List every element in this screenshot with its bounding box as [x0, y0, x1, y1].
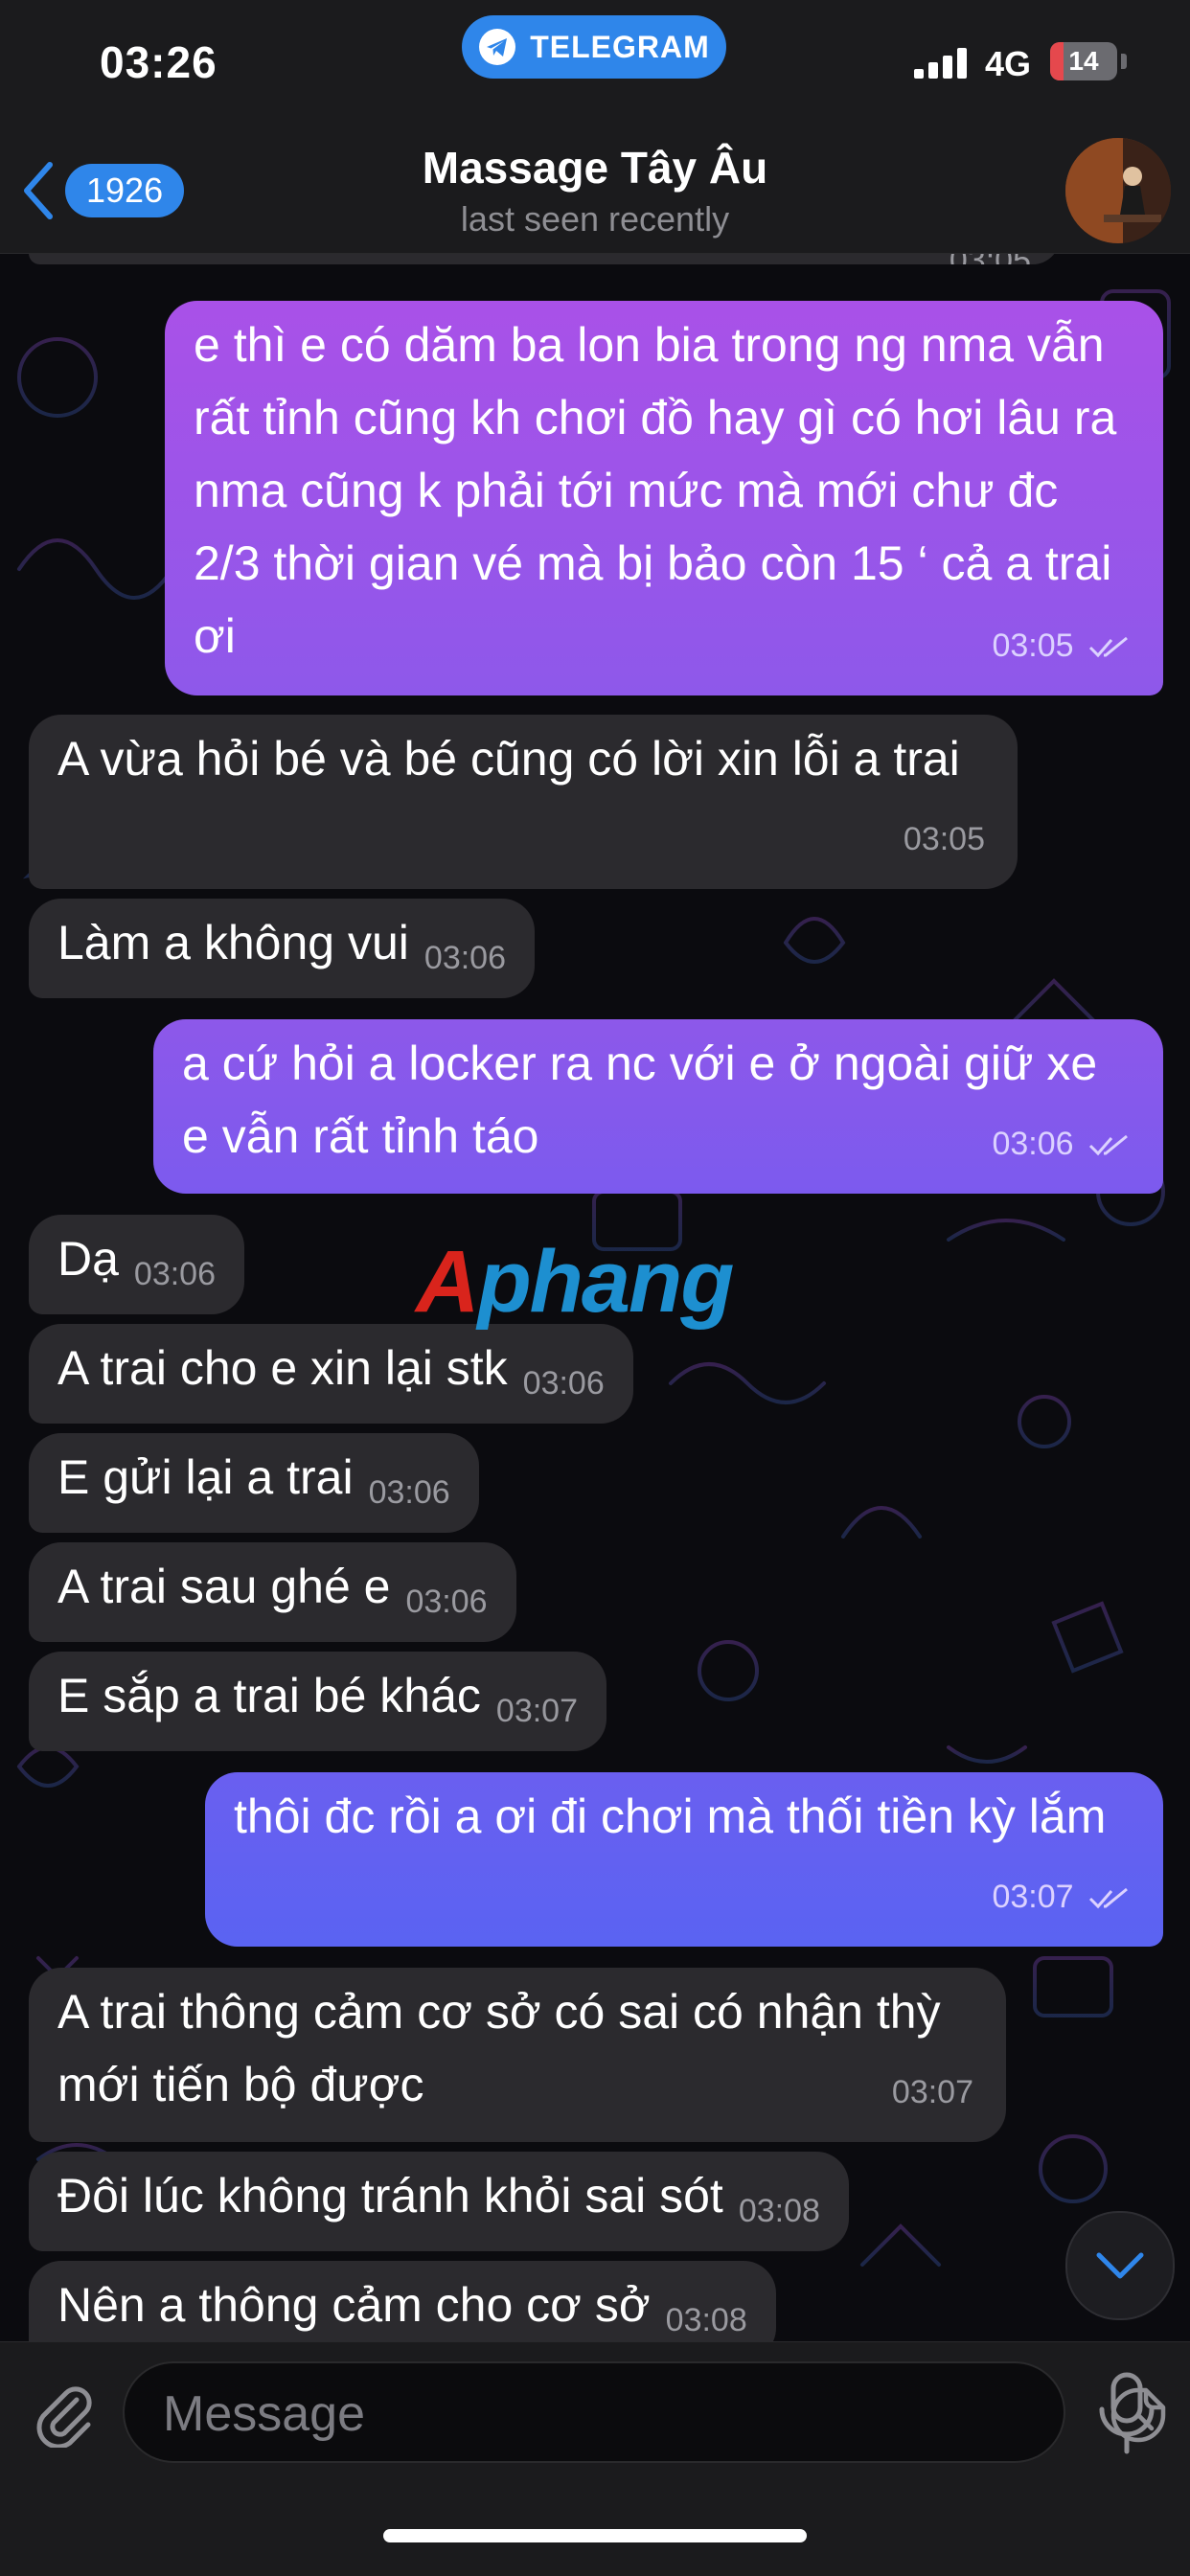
message-text: E gửi lại a trai	[57, 1450, 354, 1504]
message-time: 03:06	[405, 1584, 488, 1620]
message-text: thôi đc rồi a ơi đi chơi mà thối tiền kỳ…	[234, 1790, 1107, 1843]
message-bubble-outgoing[interactable]: a cứ hỏi a locker ra nc với e ở ngoài gi…	[153, 1019, 1163, 1194]
telegram-pill[interactable]: TELEGRAM	[462, 15, 726, 79]
battery-icon: 14	[1050, 42, 1117, 80]
scroll-to-bottom-button[interactable]	[1065, 2211, 1175, 2320]
paperclip-icon[interactable]	[29, 2379, 98, 2448]
watermark: Aphang	[416, 1233, 734, 1331]
message-text: A vừa hỏi bé và bé cũng có lời xin lỗi a…	[57, 732, 960, 786]
double-check-icon	[1088, 636, 1128, 658]
message-time: 03:06	[133, 1256, 217, 1292]
network-type: 4G	[985, 44, 1032, 83]
chat-subtitle: last seen recently	[460, 199, 730, 239]
telegram-label: TELEGRAM	[530, 29, 710, 64]
battery-level: 14	[1068, 46, 1099, 76]
message-text: E sắp a trai bé khác	[57, 1669, 481, 1722]
status-time: 03:26	[100, 37, 217, 87]
double-check-icon	[1088, 1134, 1128, 1156]
message-field[interactable]	[123, 2361, 1166, 2463]
message-time: 03:07	[495, 1693, 579, 1729]
message-bubble-incoming[interactable]: A vừa hỏi bé và bé cũng có lời xin lỗi a…	[29, 715, 1018, 889]
message-text: A trai thông cảm cơ sở có sai có nhận th…	[57, 1985, 954, 2111]
home-indicator	[383, 2529, 807, 2542]
message-bubble-incoming[interactable]: A trai thông cảm cơ sở có sai có nhận th…	[29, 1968, 1006, 2142]
message-text: Nên a thông cảm cho cơ sở	[57, 2278, 651, 2332]
message-time: 03:08	[665, 2302, 747, 2338]
message-text: Đôi lúc không tránh khỏi sai sót	[57, 2169, 723, 2223]
message-text: Dạ	[57, 1232, 119, 1286]
microphone-icon[interactable]	[1096, 2371, 1157, 2455]
chat-header: 1926 Massage Tây Âu last seen recently	[0, 134, 1190, 254]
double-check-icon	[1088, 1887, 1128, 1909]
message-time: 03:05	[903, 821, 985, 857]
message-bubble-incoming[interactable]: E gửi lại a trai 03:06	[29, 1433, 479, 1533]
message-bubble-incoming[interactable]: Làm a không vui 03:06	[29, 899, 535, 998]
message-bubble-incoming[interactable]: Đôi lúc không tránh khỏi sai sót 03:08	[29, 2152, 849, 2251]
message-bubble-incoming[interactable]: Dạ 03:06	[29, 1215, 245, 1314]
message-bubble-incoming[interactable]: E sắp a trai bé khác 03:07	[29, 1652, 607, 1751]
message-time: 03:05	[992, 609, 1131, 682]
message-time: 03:07	[992, 1860, 1131, 1933]
message-bubble-incoming[interactable]: A trai sau ghé e 03:06	[29, 1542, 516, 1642]
message-bubble-outgoing[interactable]: thôi đc rồi a ơi đi chơi mà thối tiền kỳ…	[205, 1772, 1163, 1947]
message-time: 03:07	[891, 2074, 973, 2110]
message-text: Làm a không vui	[57, 916, 409, 969]
message-bubble-incoming[interactable]: A trai cho e xin lại stk 03:06	[29, 1324, 633, 1424]
avatar[interactable]	[1065, 138, 1171, 243]
message-time: 03:06	[423, 940, 506, 976]
signal-icon	[914, 48, 967, 79]
telegram-icon	[479, 29, 516, 65]
message-time: 03:06	[992, 1107, 1131, 1180]
message-bubble-outgoing[interactable]: e thì e có dăm ba lon bia trong ng nma v…	[165, 301, 1163, 695]
message-time: 03:06	[368, 1474, 450, 1511]
message-text: A trai cho e xin lại stk	[57, 1341, 508, 1395]
status-bar: 03:26 TELEGRAM 4G 14	[0, 0, 1190, 134]
message-time: 03:08	[738, 2193, 820, 2229]
message-input[interactable]	[161, 2384, 960, 2444]
message-time: 03:06	[522, 1365, 605, 1402]
chat-title[interactable]: Massage Tây Âu	[0, 142, 1190, 194]
chevron-down-icon	[1096, 2252, 1144, 2279]
message-text: A trai sau ghé e	[57, 1560, 391, 1613]
